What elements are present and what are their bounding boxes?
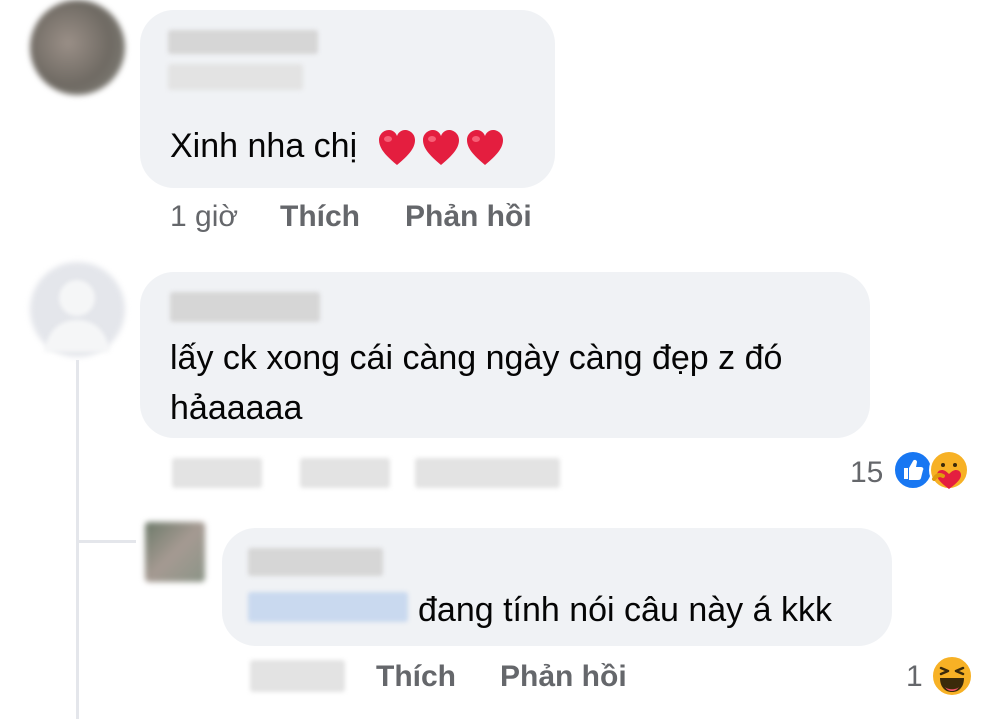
reaction-count[interactable]: 15 bbox=[850, 456, 883, 490]
like-icon[interactable] bbox=[893, 450, 933, 490]
commenter-name-redacted[interactable] bbox=[248, 548, 383, 576]
reply-button[interactable]: Phản hồi bbox=[500, 660, 627, 694]
thread-connector bbox=[76, 540, 136, 543]
reply-button[interactable]: Phản hồi bbox=[405, 200, 532, 234]
reply-button-redacted[interactable] bbox=[415, 458, 560, 488]
reaction-count[interactable]: 1 bbox=[906, 660, 923, 694]
comment-time[interactable]: 1 giờ bbox=[170, 200, 238, 234]
comment-text-line-1: lấy ck xong cái càng ngày càng đẹp z đó bbox=[170, 339, 783, 377]
comment-text-line-2: hảaaaaa bbox=[170, 389, 303, 427]
like-button[interactable]: Thích bbox=[280, 200, 360, 234]
avatar[interactable] bbox=[30, 0, 125, 95]
like-button-redacted[interactable] bbox=[300, 458, 390, 488]
commenter-subtitle-redacted bbox=[168, 64, 303, 90]
avatar[interactable] bbox=[145, 522, 205, 582]
comment-text: Xinh nha chị bbox=[170, 118, 505, 174]
heart-icon bbox=[466, 130, 503, 166]
like-button[interactable]: Thích bbox=[376, 660, 456, 694]
haha-icon[interactable] bbox=[930, 654, 974, 698]
heart-icon bbox=[378, 130, 415, 166]
commenter-name-redacted[interactable] bbox=[168, 30, 318, 54]
comment-time-redacted[interactable] bbox=[250, 660, 345, 692]
default-avatar-icon bbox=[44, 280, 110, 352]
comment-text: đang tính nói câu này á kkk bbox=[418, 591, 832, 629]
mention-tag-redacted[interactable] bbox=[248, 592, 408, 622]
commenter-name-redacted[interactable] bbox=[170, 292, 320, 322]
care-icon[interactable] bbox=[928, 449, 970, 491]
comment-time-redacted[interactable] bbox=[172, 458, 262, 488]
heart-icon bbox=[422, 130, 459, 166]
